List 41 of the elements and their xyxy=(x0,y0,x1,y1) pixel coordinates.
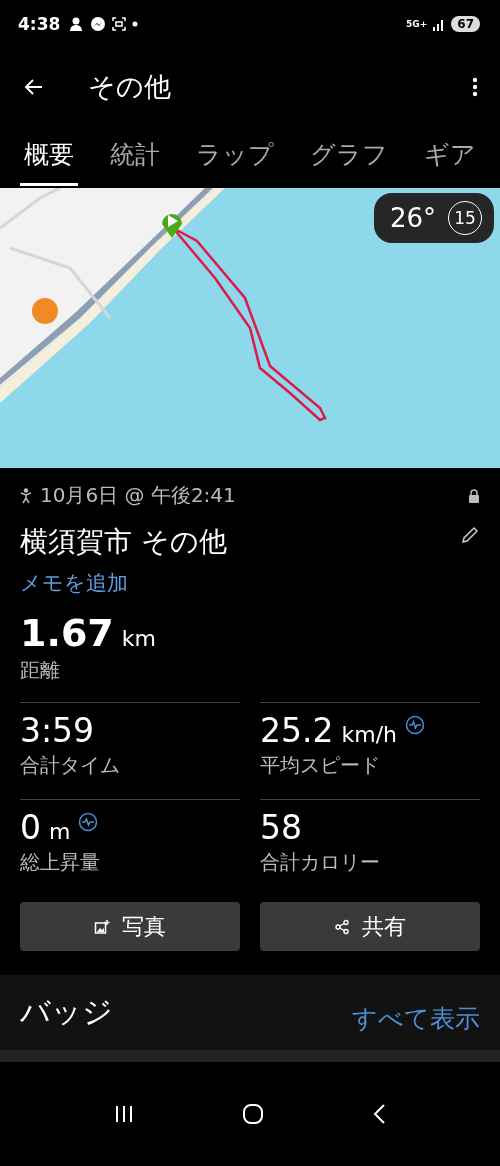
stat-value: 3:59 xyxy=(20,711,95,750)
temperature-text: 26° xyxy=(389,203,436,233)
home-icon[interactable] xyxy=(242,1103,264,1125)
edit-icon[interactable] xyxy=(460,525,480,545)
distance-value: 1.67 xyxy=(20,611,114,655)
screenshot-icon xyxy=(111,16,128,32)
status-time: 4:38 xyxy=(18,14,61,34)
stat-label: 総上昇量 xyxy=(20,849,101,876)
back-nav-icon[interactable] xyxy=(372,1103,386,1125)
activity-date: 10月6日 @ 午後2:41 xyxy=(40,482,236,509)
activity-figure-icon xyxy=(20,487,32,504)
add-photo-icon xyxy=(94,918,110,935)
distance-label: 距離 xyxy=(20,657,61,684)
messenger-icon xyxy=(90,16,107,32)
stat-value: 58 xyxy=(260,808,302,847)
stat-value: 0 xyxy=(20,808,41,847)
lock-icon xyxy=(468,488,480,503)
screen-title: その他 xyxy=(88,70,171,104)
stat-label: 平均スピード xyxy=(260,752,381,779)
recents-icon[interactable] xyxy=(114,1105,134,1123)
stat-unit: km/h xyxy=(341,722,397,747)
network-label: 5G+ xyxy=(406,19,428,29)
badges-title: バッジ xyxy=(20,993,113,1031)
view-all-link[interactable]: すべて表示 xyxy=(352,1002,480,1035)
photo-button[interactable]: 写真 xyxy=(20,902,240,951)
more-icon[interactable] xyxy=(472,77,478,97)
activity-title: 横須賀市 その他 xyxy=(20,524,227,560)
stat-unit: m xyxy=(49,819,71,844)
tab[interactable]: ラップ xyxy=(192,126,278,186)
stat-label: 合計カロリー xyxy=(260,849,381,876)
distance-unit: km xyxy=(121,626,156,651)
dot-icon xyxy=(132,21,139,27)
stat-label: 合計タイム xyxy=(20,752,121,779)
tab[interactable]: ギア xyxy=(420,126,480,186)
add-note-link[interactable]: メモを追加 xyxy=(20,569,480,597)
tab[interactable]: グラフ xyxy=(306,126,392,186)
tab[interactable]: 統計 xyxy=(106,126,164,186)
battery-indicator: 67 xyxy=(451,16,480,32)
stat-value: 25.2 xyxy=(260,711,334,750)
share-icon xyxy=(334,918,350,935)
share-button[interactable]: 共有 xyxy=(260,902,480,951)
